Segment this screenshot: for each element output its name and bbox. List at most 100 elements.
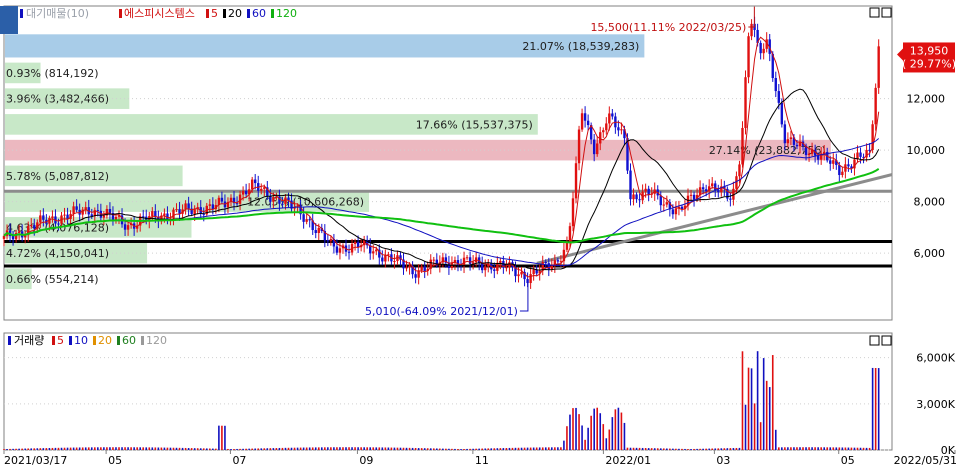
volume-bar	[563, 440, 565, 450]
volume-profile-label: 0.66% (554,214)	[6, 273, 99, 286]
volume-bar	[629, 447, 632, 450]
volume-panel	[3, 332, 893, 451]
volume-bar	[702, 448, 704, 450]
volume-bar	[641, 447, 644, 450]
volume-bar	[774, 429, 777, 450]
volume-bar	[575, 407, 577, 450]
price-legend-item: 에스피시스템스	[124, 7, 195, 20]
candle	[314, 230, 317, 234]
volume-bar	[360, 447, 362, 450]
chart-canvas[interactable]: 21.07% (18,539,283) 0.93% (814,192) 3.96% …	[0, 0, 960, 467]
volume-bar	[420, 448, 423, 450]
candle	[480, 263, 484, 271]
candle	[532, 269, 535, 275]
candle	[738, 164, 741, 177]
candle	[635, 194, 638, 200]
high-annotation: 15,500(11.11% 2022/03/25)	[590, 21, 746, 34]
candle	[114, 216, 118, 220]
volume-bar	[693, 448, 695, 450]
candle	[33, 225, 36, 229]
volume-profile-label: 21.07% (18,539,283)	[522, 40, 639, 53]
volume-bar	[602, 424, 605, 450]
volume-bar	[263, 448, 266, 450]
volume-bar	[460, 449, 462, 450]
volume-bar	[578, 414, 580, 450]
candle	[741, 127, 744, 165]
price-legend-item: 20	[228, 7, 242, 20]
x-axis-label: 05	[841, 454, 855, 466]
volume-bar	[656, 448, 659, 450]
volume-bar	[584, 439, 586, 450]
maximize-icon[interactable]	[869, 7, 880, 18]
volume-bar	[9, 448, 11, 450]
volume-bar	[614, 409, 617, 450]
volume-legend-item: 5	[57, 334, 64, 347]
volume-bar	[587, 427, 589, 450]
candle	[260, 188, 263, 191]
candle	[269, 196, 272, 202]
volume-bar	[130, 447, 132, 450]
candle	[11, 235, 15, 240]
volume-bar	[805, 447, 807, 450]
volume-bar	[599, 413, 602, 450]
price-legend-item: 5	[211, 7, 218, 20]
volume-bar	[369, 447, 372, 450]
price-legend-item: 60	[252, 7, 266, 20]
candle	[795, 144, 799, 147]
volume-bar	[835, 447, 838, 450]
candle	[632, 194, 635, 200]
volume-bar	[187, 448, 190, 450]
volume-bar	[454, 448, 456, 450]
volume-bar	[714, 448, 717, 450]
volume-bar	[366, 447, 368, 450]
chart-menu-button[interactable]	[0, 6, 18, 34]
volume-bar	[787, 447, 789, 450]
volume-bar	[508, 447, 511, 450]
close-icon[interactable]	[881, 7, 892, 18]
volume-bar	[230, 449, 232, 450]
candle	[372, 251, 375, 254]
close-icon[interactable]	[881, 335, 892, 346]
price-legend-swatch	[223, 9, 226, 18]
candle	[744, 77, 747, 128]
volume-bar	[538, 447, 541, 450]
volume-profile-label: 4.72% (4,150,041)	[6, 247, 109, 260]
candle	[302, 214, 305, 222]
volume-bar	[841, 447, 844, 450]
volume-bar	[84, 447, 87, 450]
candle	[711, 183, 714, 187]
volume-bar	[608, 429, 611, 450]
candle	[220, 197, 224, 202]
volume-bar	[554, 447, 556, 450]
volume-bar	[817, 447, 819, 450]
volume-bar	[551, 447, 553, 450]
candle	[714, 183, 717, 191]
maximize-icon[interactable]	[869, 335, 880, 346]
volume-bar	[826, 447, 829, 450]
volume-bar	[51, 447, 54, 450]
volume-bar	[15, 448, 17, 450]
candle	[414, 274, 417, 278]
volume-bar	[336, 447, 338, 450]
volume-bar	[381, 447, 384, 450]
volume-bar	[215, 448, 217, 450]
volume-bar	[493, 448, 496, 450]
volume-bar	[18, 448, 20, 450]
volume-bar	[30, 448, 33, 450]
volume-bar	[726, 448, 729, 450]
volume-bar	[296, 447, 299, 450]
volume-bar	[342, 447, 344, 450]
volume-bar	[348, 447, 350, 450]
candle	[505, 267, 508, 269]
volume-bar	[481, 448, 483, 450]
volume-bar	[93, 447, 96, 450]
candle	[432, 259, 435, 261]
candle	[96, 210, 100, 212]
volume-bar	[429, 448, 432, 450]
volume-bar	[387, 447, 390, 450]
candle	[586, 120, 590, 126]
volume-bar	[790, 447, 792, 450]
x-axis-label: 2022/05/31	[894, 454, 957, 466]
x-axis-label: 09	[359, 454, 373, 466]
volume-bar	[572, 408, 574, 450]
